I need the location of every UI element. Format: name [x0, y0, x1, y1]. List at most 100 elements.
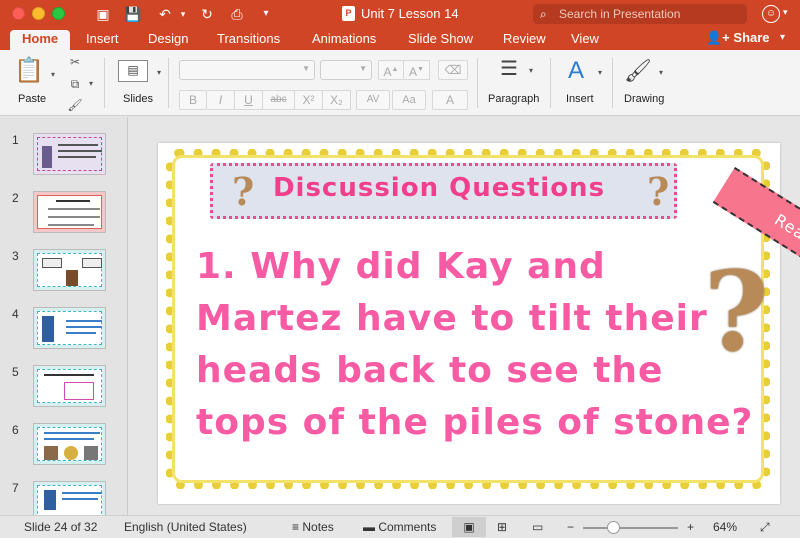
strikethrough-button[interactable]: abc — [263, 90, 295, 110]
subscript-button[interactable]: X₂ — [323, 90, 351, 110]
paste-dropdown-icon[interactable]: ▾ — [44, 66, 62, 84]
slide-title[interactable]: Discussion Questions — [264, 173, 614, 203]
search-input[interactable]: ⌕ Search in Presentation — [533, 4, 747, 24]
insert-dropdown-icon[interactable]: ▾ — [591, 64, 609, 82]
slide-thumbnails-panel[interactable]: 1 2 3 4 5 6 7 — [0, 117, 128, 515]
format-painter-icon[interactable]: 🖌 — [66, 96, 84, 114]
tab-view[interactable]: View — [571, 30, 599, 50]
paragraph-icon[interactable]: ☰ — [496, 59, 522, 79]
customize-toolbar-icon[interactable]: ▾ — [260, 5, 272, 23]
underline-button[interactable]: U — [235, 90, 263, 110]
ribbon-tab-bar: Home Insert Design Transitions Animation… — [0, 28, 800, 50]
paragraph-button-label[interactable]: Paragraph — [488, 93, 539, 105]
cut-icon[interactable]: ✂ — [66, 53, 84, 71]
italic-button[interactable]: I — [207, 90, 235, 110]
change-case-button[interactable]: Aa — [392, 90, 426, 110]
character-spacing-button[interactable]: AV — [356, 90, 390, 110]
search-placeholder: Search in Presentation — [559, 7, 681, 21]
search-icon: ⌕ — [540, 7, 547, 21]
thumbnail-slide-2[interactable] — [33, 191, 106, 233]
zoom-slider-knob[interactable] — [607, 521, 620, 534]
tab-design[interactable]: Design — [148, 30, 188, 50]
normal-view-button[interactable]: ▣ — [452, 517, 486, 537]
zoom-slider-track[interactable] — [583, 527, 678, 529]
ribbon-separator — [168, 58, 169, 108]
save-icon[interactable]: 💾 — [124, 5, 142, 23]
document-title: P Unit 7 Lesson 14 — [342, 6, 459, 21]
current-slide[interactable]: ? ? Discussion Questions 1. Why did Kay … — [158, 143, 780, 504]
language-indicator[interactable]: English (United States) — [124, 520, 247, 534]
undo-dropdown-icon[interactable]: ▾ — [178, 5, 188, 23]
font-family-select[interactable]: ▼ — [179, 60, 315, 80]
zoom-in-icon[interactable]: + — [687, 520, 694, 534]
minimize-window-button[interactable] — [32, 7, 45, 20]
tab-home[interactable]: Home — [10, 30, 71, 50]
sidebar-toggle-icon[interactable]: ▣ — [94, 5, 112, 23]
status-bar: Slide 24 of 32 English (United States) ≡… — [0, 515, 800, 538]
increase-font-size-button[interactable]: A▲ — [378, 60, 404, 80]
notes-label: Notes — [302, 520, 334, 534]
thumbnail-slide-3[interactable] — [33, 249, 106, 291]
thumbnail-number: 5 — [12, 365, 19, 379]
redo-icon[interactable]: ↻ — [198, 5, 216, 23]
tab-animations[interactable]: Animations — [312, 30, 376, 50]
powerpoint-file-icon: P — [342, 6, 355, 21]
zoom-level[interactable]: 64% — [713, 520, 737, 534]
thumbnail-slide-5[interactable] — [33, 365, 106, 407]
tab-slide-show[interactable]: Slide Show — [408, 30, 473, 50]
drawing-dropdown-icon[interactable]: ▾ — [652, 64, 670, 82]
insert-button-label[interactable]: Insert — [566, 93, 594, 105]
undo-icon[interactable]: ↶ — [156, 5, 174, 23]
close-window-button[interactable] — [12, 7, 25, 20]
document-title-text: Unit 7 Lesson 14 — [361, 6, 459, 21]
comments-button[interactable]: ▬ Comments — [363, 520, 436, 534]
paste-icon[interactable]: 📋 — [14, 58, 44, 84]
zoom-out-icon[interactable]: − — [567, 520, 574, 534]
large-glitter-question-mark-icon: ? — [704, 247, 769, 376]
ribbon-separator — [477, 58, 478, 108]
insert-shape-icon[interactable]: A — [562, 58, 590, 84]
print-icon[interactable]: ⎙ — [228, 5, 246, 23]
tab-transitions[interactable]: Transitions — [217, 30, 280, 50]
tab-insert[interactable]: Insert — [86, 30, 119, 50]
zoom-window-button[interactable] — [52, 7, 65, 20]
slide-sorter-view-icon[interactable]: ⊞ — [497, 520, 507, 534]
thumbnail-number: 7 — [12, 481, 19, 495]
paste-button-label[interactable]: Paste — [18, 93, 46, 105]
bold-button[interactable]: B — [179, 90, 207, 110]
comments-icon: ▬ — [363, 520, 375, 534]
thumbnail-slide-1[interactable] — [33, 133, 106, 175]
thumbnail-slide-7[interactable] — [33, 481, 106, 515]
share-label: Share — [733, 30, 770, 45]
title-bar: ▣ 💾 ↶ ▾ ↻ ⎙ ▾ P Unit 7 Lesson 14 ⌕ Searc… — [0, 0, 800, 28]
font-size-select[interactable]: ▼ — [320, 60, 372, 80]
feedback-smiley-icon[interactable]: ☺ — [762, 5, 780, 23]
drawing-icon[interactable]: 🖌 — [624, 58, 652, 84]
slides-button-label[interactable]: Slides — [123, 93, 153, 105]
superscript-button[interactable]: X² — [295, 90, 323, 110]
slides-dropdown-icon[interactable]: ▾ — [150, 64, 168, 82]
notes-button[interactable]: ≡ Notes — [292, 520, 334, 534]
thumbnail-number: 1 — [12, 133, 19, 147]
slide-counter: Slide 24 of 32 — [24, 520, 98, 534]
reading-view-icon[interactable]: ▭ — [532, 520, 543, 534]
font-color-button[interactable]: A — [432, 90, 468, 110]
discussion-question-text[interactable]: 1. Why did Kay and Martez have to tilt t… — [196, 241, 756, 449]
drawing-button-label[interactable]: Drawing — [624, 93, 664, 105]
tab-review[interactable]: Review — [503, 30, 546, 50]
thumbnail-slide-4[interactable] — [33, 307, 106, 349]
fit-to-window-icon[interactable]: ⤢ — [760, 520, 770, 535]
slide-canvas[interactable]: ? ? Discussion Questions 1. Why did Kay … — [129, 117, 800, 515]
ribbon-separator — [612, 58, 613, 108]
clear-formatting-button[interactable]: ⌫ — [438, 60, 468, 80]
share-button[interactable]: 👤+ Share — [706, 30, 770, 46]
glitter-question-mark-icon: ? — [232, 169, 255, 214]
share-dropdown-icon[interactable]: ▾ — [780, 32, 785, 43]
feedback-dropdown-icon[interactable]: ▾ — [783, 7, 788, 18]
new-slide-icon[interactable]: ▤ — [118, 60, 148, 82]
paragraph-dropdown-icon[interactable]: ▾ — [522, 62, 540, 80]
copy-dropdown-icon[interactable]: ▾ — [82, 75, 100, 93]
thumbnail-slide-6[interactable] — [33, 423, 106, 465]
thumbnail-number: 6 — [12, 423, 19, 437]
decrease-font-size-button[interactable]: A▼ — [404, 60, 430, 80]
